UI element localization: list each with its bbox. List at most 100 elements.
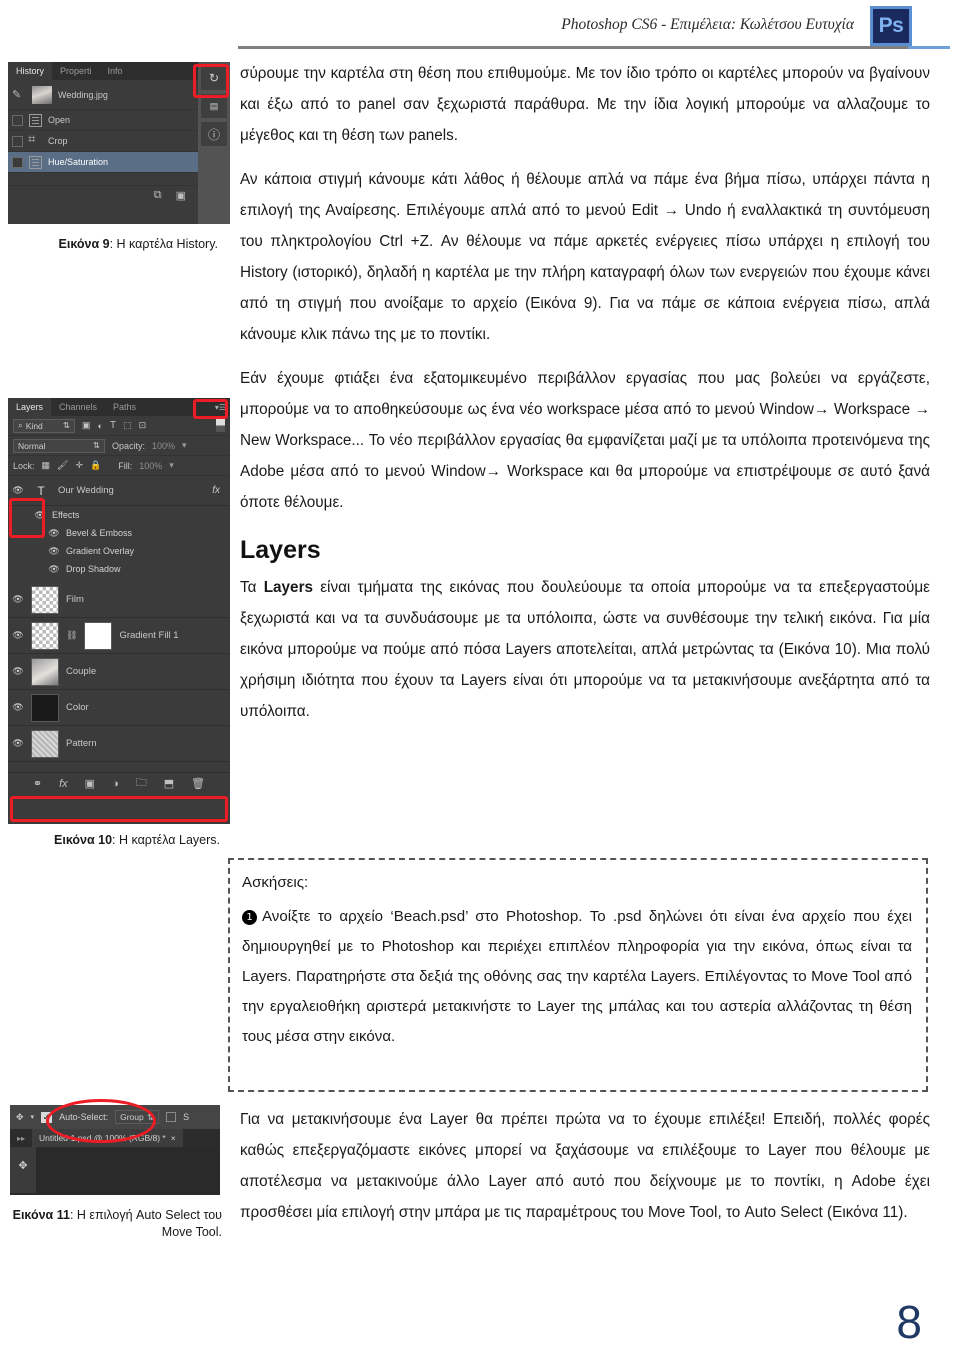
filter-image-icon[interactable]: ▣ <box>82 420 91 431</box>
effect-visibility-eye-icon[interactable]: 👁 <box>48 564 60 575</box>
layer-row-pattern[interactable]: 👁 Pattern <box>8 726 230 762</box>
history-row-open[interactable]: Open <box>8 110 230 131</box>
effect-visibility-eye-icon[interactable]: 👁 <box>48 528 60 539</box>
tab-channels[interactable]: Channels <box>51 398 106 416</box>
history-snapshot-checkbox[interactable] <box>12 156 23 168</box>
page-number: 8 <box>896 1296 922 1348</box>
section-heading-layers: Layers <box>240 536 321 564</box>
layer-fx-icon[interactable]: fx <box>212 485 220 496</box>
layer-name: Couple <box>66 666 97 677</box>
history-empty-area <box>8 173 230 185</box>
layer-visibility-eye-icon[interactable]: 👁 <box>12 738 24 749</box>
tool-preset-chevron-icon[interactable]: ▾ <box>31 1113 35 1121</box>
lock-all-icon[interactable]: 🔒 <box>90 460 101 471</box>
filter-adjustment-icon[interactable]: ◐ <box>98 421 103 431</box>
info-dock-icon[interactable]: ⓘ <box>201 122 227 146</box>
paragraph-move-tool: Για να μετακινήσουμε ένα Layer θα πρέπει… <box>240 1111 930 1221</box>
layer-thumbnail <box>31 729 59 758</box>
chevron-updown-icon: ⇅ <box>62 420 70 430</box>
layers-panel-menu-icon[interactable]: ▾☰ <box>215 398 230 416</box>
layer-effect-bevel-emboss[interactable]: 👁 Bevel & Emboss <box>8 524 230 542</box>
layer-effects-group[interactable]: 👁 Effects <box>8 506 230 524</box>
exercise-bullet-1: 1 <box>242 910 257 925</box>
filter-smartobject-icon[interactable]: ⊡ <box>139 420 147 431</box>
history-row-crop[interactable]: Crop <box>8 131 230 152</box>
filter-type-icon[interactable]: T <box>110 420 116 431</box>
effect-visibility-eye-icon[interactable]: 👁 <box>48 546 60 557</box>
history-row-source[interactable]: ✎ Wedding.jpg <box>8 80 230 110</box>
tab-layers[interactable]: Layers <box>8 398 52 416</box>
paragraph-layers: Τα Layers είναι τμήματα της εικόνας που … <box>240 572 930 727</box>
filter-shape-icon[interactable]: ⬚ <box>123 420 132 431</box>
photoshop-logo-text: Ps <box>878 14 904 37</box>
layer-row-our-wedding[interactable]: 👁 T Our Wedding fx <box>8 476 230 506</box>
history-row-hue-saturation[interactable]: Hue/Saturation <box>8 152 230 173</box>
layer-visibility-eye-icon[interactable]: 👁 <box>12 702 24 713</box>
new-snapshot-icon[interactable]: ⧉ <box>154 189 162 202</box>
show-transform-checkbox[interactable] <box>166 1112 177 1122</box>
lock-paint-icon[interactable]: 🖌 <box>57 460 68 471</box>
history-snapshot-checkbox[interactable] <box>12 135 23 147</box>
move-tool-options-bar: ✥ ▾ ✓ Auto-Select: Group ⇅ S <box>10 1105 220 1129</box>
effects-visibility-eye-icon[interactable]: 👁 <box>34 510 46 521</box>
effect-label: Bevel & Emboss <box>66 528 133 538</box>
fill-chevron-down-icon[interactable]: ▾ <box>169 460 174 471</box>
layer-row-film[interactable]: 👁 Film <box>8 582 230 618</box>
opacity-value[interactable]: 100% <box>152 441 175 451</box>
layer-effect-drop-shadow[interactable]: 👁 Drop Shadow <box>8 560 230 578</box>
auto-select-checkbox[interactable]: ✓ <box>41 1111 53 1123</box>
layers-lock-row: Lock: ▦ 🖌 ✛ 🔒 Fill: 100% ▾ <box>8 456 230 476</box>
delete-layer-icon[interactable]: 🗑 <box>191 777 205 790</box>
layer-link-icon: ⛓ <box>66 630 78 640</box>
document-tab[interactable]: Untitled-1.psd @ 100% (RGB/8) * × <box>32 1129 183 1147</box>
layers-text-post: είναι τμήματα της εικόνας που δουλεύουμε… <box>240 579 930 720</box>
layer-row-gradient-fill-1[interactable]: 👁 ⛓ Gradient Fill 1 <box>8 618 230 654</box>
layer-effect-gradient-overlay[interactable]: 👁 Gradient Overlay <box>8 542 230 560</box>
tab-properties[interactable]: Properti <box>52 62 100 80</box>
layer-name: Pattern <box>66 738 97 749</box>
lock-position-icon[interactable]: ✛ <box>75 460 83 471</box>
layer-visibility-eye-icon[interactable]: 👁 <box>12 630 24 641</box>
layer-row-color[interactable]: 👁 Color <box>8 690 230 726</box>
close-icon[interactable]: × <box>171 1133 176 1143</box>
effect-label: Gradient Overlay <box>66 546 135 556</box>
chevron-updown-icon: ⇅ <box>92 440 100 450</box>
show-transform-label: S <box>183 1112 190 1122</box>
canvas-area: ✥ <box>10 1147 220 1193</box>
camera-icon[interactable]: ▣ <box>176 189 186 202</box>
filter-toggle-icon[interactable] <box>216 419 225 432</box>
filter-kind-label: Kind <box>25 420 43 431</box>
link-layers-icon[interactable]: ⚭ <box>33 777 42 790</box>
history-dock-icon[interactable]: ↻ <box>201 66 227 90</box>
layer-visibility-eye-icon[interactable]: 👁 <box>12 594 24 605</box>
new-group-icon[interactable]: 🗀 <box>136 774 147 793</box>
main-text-column: σύρουμε την καρτέλα στη θέση που επιθυμο… <box>240 58 930 740</box>
tab-paths[interactable]: Paths <box>105 398 145 416</box>
layer-name: Gradient Fill 1 <box>119 630 179 641</box>
layer-visibility-eye-icon[interactable]: 👁 <box>12 485 24 496</box>
tab-info[interactable]: Info <box>99 62 131 80</box>
move-tool-icon[interactable]: ✥ <box>10 1147 36 1172</box>
layer-visibility-eye-icon[interactable]: 👁 <box>12 666 24 677</box>
history-brush-icon: ✎ <box>12 89 22 101</box>
history-snapshot-checkbox[interactable] <box>12 114 23 126</box>
auto-select-scope-select[interactable]: Group ⇅ <box>115 1110 160 1124</box>
new-layer-icon[interactable]: ⬒ <box>164 777 174 790</box>
blend-mode-select[interactable]: Normal ⇅ <box>13 438 105 453</box>
move-tool-options-figure: ✥ ▾ ✓ Auto-Select: Group ⇅ S ▸▸ Untitled… <box>10 1099 220 1195</box>
adjustment-layer-icon[interactable]: ◑ <box>112 778 119 790</box>
tab-history[interactable]: History <box>8 62 53 80</box>
layers-text-pre: Τα <box>240 579 264 596</box>
lock-transparent-icon[interactable]: ▦ <box>42 460 51 471</box>
move-tool-icon[interactable]: ✥ <box>16 1112 24 1123</box>
adjustments-dock-icon[interactable]: ▤ <box>201 94 227 118</box>
add-mask-icon[interactable]: ▣ <box>85 777 95 790</box>
layer-row-couple[interactable]: 👁 Couple <box>8 654 230 690</box>
expand-arrows-icon[interactable]: ▸▸ <box>10 1129 32 1147</box>
filter-kind-select[interactable]: ⌕ Kind ⇅ <box>13 418 75 433</box>
fill-value[interactable]: 100% <box>139 461 162 471</box>
layer-style-fx-icon[interactable]: fx <box>59 778 68 790</box>
figure-11-caption-text: : Η επιλογή Auto Select του Move Tool. <box>69 1208 222 1239</box>
figure-10-caption: Εικόνα 10: Η καρτέλα Layers. <box>8 832 220 849</box>
opacity-chevron-down-icon[interactable]: ▾ <box>182 440 187 451</box>
